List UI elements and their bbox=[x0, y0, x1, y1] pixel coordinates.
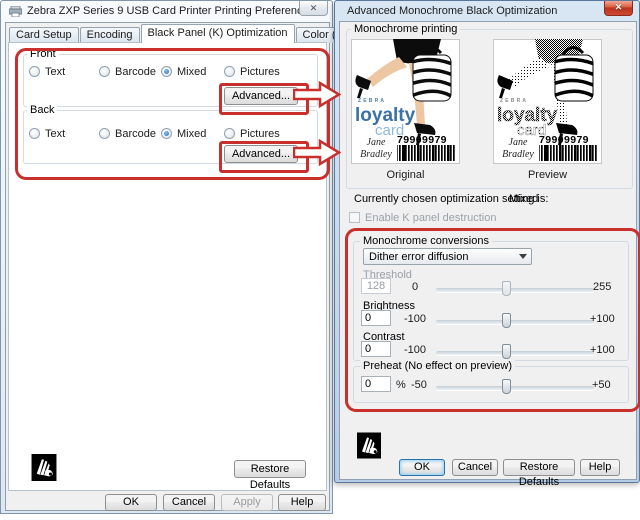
restore-defaults-button[interactable]: Restore Defaults bbox=[234, 460, 306, 478]
radio-back-pictures-label: Pictures bbox=[240, 128, 280, 140]
threshold-max-label: 255 bbox=[593, 281, 611, 293]
chevron-down-icon bbox=[519, 254, 527, 259]
zebra-logo bbox=[357, 432, 381, 459]
svg-text:ZEBRA: ZEBRA bbox=[500, 98, 528, 104]
tab-black-panel-optimization[interactable]: Black Panel (K) Optimization bbox=[141, 24, 295, 43]
cancel-button[interactable]: Cancel bbox=[452, 459, 498, 476]
ok-button[interactable]: OK bbox=[399, 459, 445, 476]
right-window-title: Advanced Monochrome Black Optimization bbox=[347, 5, 557, 17]
black-panel-tab-page: Front Text Barcode Mixed Pictures Advanc… bbox=[8, 42, 327, 491]
caption-preview: Preview bbox=[493, 169, 602, 181]
radio-back-mixed-label: Mixed bbox=[177, 128, 206, 140]
conversions-group-label: Monochrome conversions bbox=[360, 235, 492, 247]
back-group-label: Back bbox=[27, 104, 57, 116]
radio-back-text[interactable] bbox=[29, 128, 40, 139]
radio-back-text-label: Text bbox=[45, 128, 65, 140]
brightness-slider-thumb[interactable] bbox=[502, 313, 511, 328]
conversion-selected-value: Dither error diffusion bbox=[369, 250, 468, 264]
k-panel-checkbox bbox=[349, 212, 360, 223]
contrast-max-label: +100 bbox=[590, 344, 615, 356]
left-window-title: Zebra ZXP Series 9 USB Card Printer Prin… bbox=[27, 5, 314, 17]
preheat-slider[interactable] bbox=[436, 386, 594, 390]
annotation-arrow-back bbox=[293, 139, 341, 166]
threshold-slider-thumb bbox=[502, 281, 511, 296]
preheat-input[interactable] bbox=[361, 376, 391, 392]
radio-front-mixed-label: Mixed bbox=[177, 66, 206, 78]
advanced-back-button[interactable]: Advanced... bbox=[224, 145, 298, 163]
monochrome-printing-label: Monochrome printing bbox=[351, 23, 460, 35]
ok-button[interactable]: OK bbox=[105, 494, 157, 511]
radio-back-barcode[interactable] bbox=[99, 128, 110, 139]
brightness-slider[interactable] bbox=[436, 320, 594, 324]
tab-card-setup[interactable]: Card Setup bbox=[9, 27, 79, 43]
brightness-input[interactable] bbox=[361, 310, 391, 326]
tab-encoding[interactable]: Encoding bbox=[80, 27, 140, 43]
zebra-logo bbox=[31, 454, 57, 481]
current-setting-value: Mixed bbox=[509, 193, 538, 205]
preheat-unit-label: % bbox=[396, 379, 406, 391]
radio-front-barcode[interactable] bbox=[99, 66, 110, 77]
right-titlebar[interactable]: Advanced Monochrome Black Optimization ✕ bbox=[335, 1, 639, 21]
radio-front-pictures[interactable] bbox=[224, 66, 235, 77]
preheat-slider-thumb[interactable] bbox=[502, 379, 511, 394]
right-window-content: Monochrome printing bbox=[339, 21, 637, 480]
brightness-min-label: -100 bbox=[404, 313, 426, 325]
radio-front-pictures-label: Pictures bbox=[240, 66, 280, 78]
restore-defaults-button[interactable]: Restore Defaults bbox=[503, 459, 575, 476]
svg-text:Bradley: Bradley bbox=[360, 149, 392, 160]
contrast-slider-thumb[interactable] bbox=[502, 344, 511, 359]
preheat-min-label: -50 bbox=[411, 379, 427, 391]
printer-icon bbox=[9, 6, 22, 17]
contrast-min-label: -100 bbox=[404, 344, 426, 356]
threshold-input bbox=[361, 278, 391, 294]
threshold-min-label: 0 bbox=[412, 281, 418, 293]
svg-text:ZEBRA: ZEBRA bbox=[358, 98, 386, 104]
radio-back-barcode-label: Barcode bbox=[115, 128, 156, 140]
radio-back-pictures[interactable] bbox=[224, 128, 235, 139]
radio-front-text-label: Text bbox=[45, 66, 65, 78]
left-window-content: Card Setup Encoding Black Panel (K) Opti… bbox=[5, 22, 330, 511]
svg-text:Jane: Jane bbox=[509, 137, 528, 148]
radio-back-mixed[interactable] bbox=[161, 128, 172, 139]
svg-text:Bradley: Bradley bbox=[502, 149, 534, 160]
advanced-monochrome-window: Advanced Monochrome Black Optimization ✕… bbox=[334, 0, 640, 483]
svg-text:79909979: 79909979 bbox=[539, 134, 589, 146]
help-button[interactable]: Help bbox=[580, 459, 620, 476]
cancel-button[interactable]: Cancel bbox=[163, 494, 215, 511]
radio-front-mixed[interactable] bbox=[161, 66, 172, 77]
conversion-select[interactable]: Dither error diffusion bbox=[363, 248, 532, 265]
preheat-max-label: +50 bbox=[592, 379, 611, 391]
k-panel-label: Enable K panel destruction bbox=[365, 212, 496, 224]
svg-text:Jane: Jane bbox=[367, 137, 386, 148]
contrast-slider[interactable] bbox=[436, 351, 594, 355]
screenshot-canvas: Zebra ZXP Series 9 USB Card Printer Prin… bbox=[0, 0, 640, 520]
left-close-button[interactable]: ✕ bbox=[299, 1, 328, 16]
front-group-label: Front bbox=[27, 48, 59, 60]
radio-front-text[interactable] bbox=[29, 66, 40, 77]
close-icon: ✕ bbox=[615, 2, 623, 12]
help-button[interactable]: Help bbox=[278, 494, 326, 511]
original-card-image: ZEBRA loyalty card 79909979 Jane Bradley bbox=[351, 39, 460, 164]
right-close-button[interactable]: ✕ bbox=[604, 1, 633, 16]
caption-original: Original bbox=[351, 169, 460, 181]
threshold-slider bbox=[436, 288, 594, 292]
apply-button: Apply bbox=[221, 494, 273, 511]
svg-text:79909979: 79909979 bbox=[397, 134, 447, 146]
printing-preferences-window: Zebra ZXP Series 9 USB Card Printer Prin… bbox=[0, 0, 333, 514]
brightness-max-label: +100 bbox=[590, 313, 615, 325]
left-titlebar[interactable]: Zebra ZXP Series 9 USB Card Printer Prin… bbox=[1, 1, 332, 21]
preview-card-image: ZEBRA loyalty card 79909979 Jane Bradley bbox=[493, 39, 602, 164]
radio-front-barcode-label: Barcode bbox=[115, 66, 156, 78]
advanced-front-button[interactable]: Advanced... bbox=[224, 87, 298, 105]
close-icon: ✕ bbox=[310, 3, 318, 13]
annotation-arrow-front bbox=[293, 81, 341, 108]
preheat-group-label: Preheat (No effect on preview) bbox=[360, 360, 515, 372]
contrast-input[interactable] bbox=[361, 341, 391, 357]
